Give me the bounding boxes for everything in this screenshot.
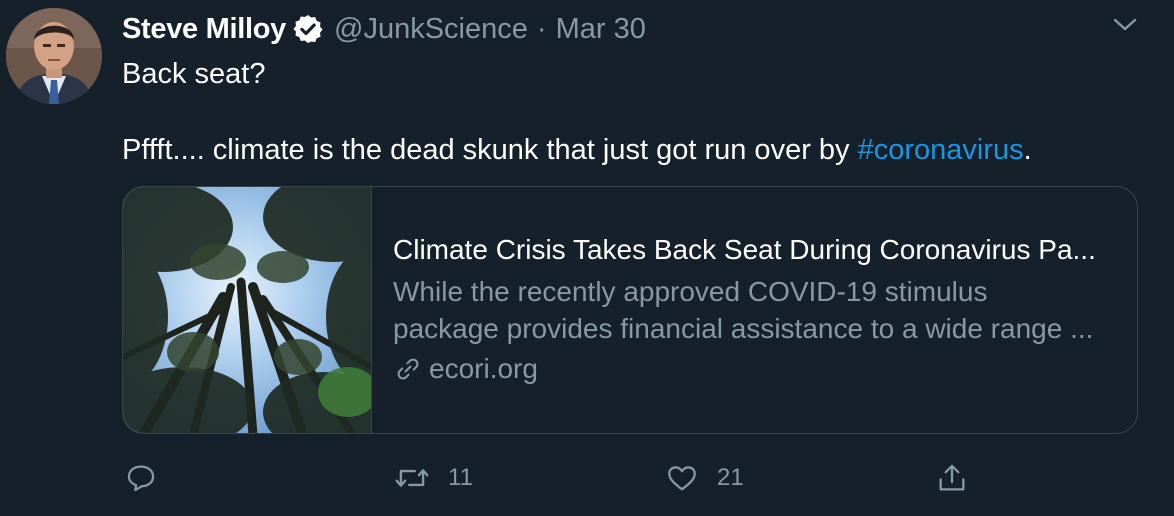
tweet-text: Back seat? Pffft.... climate is the dead… (122, 55, 1032, 169)
card-domain-text: ecori.org (429, 353, 538, 384)
tweet-header: Steve Milloy @JunkScience · Mar 30 (122, 10, 646, 48)
retweet-button[interactable]: 11 (394, 458, 473, 498)
verified-badge-icon (292, 13, 324, 45)
card-domain: ecori.org (393, 353, 1123, 385)
retweet-icon (395, 469, 429, 487)
share-button[interactable] (935, 458, 969, 498)
action-bar: 11 21 (0, 458, 1174, 498)
tweet-text-line-2: Pffft.... climate is the dead skunk that… (122, 131, 1032, 169)
hashtag-link[interactable]: #coronavirus (858, 134, 1024, 166)
card-body: Climate Crisis Takes Back Seat During Co… (393, 231, 1123, 385)
author-name[interactable]: Steve Milloy (122, 13, 286, 46)
card-image (123, 187, 372, 433)
retweet-count: 11 (448, 464, 473, 491)
header-separator: · (536, 12, 547, 45)
card-title: Climate Crisis Takes Back Seat During Co… (393, 234, 1096, 265)
avatar-image (6, 8, 102, 104)
link-icon (397, 358, 419, 380)
chevron-down-icon[interactable] (1110, 10, 1140, 40)
card-description-line-1: While the recently approved COVID-19 sti… (393, 276, 988, 307)
share-icon (939, 464, 965, 491)
reply-button[interactable] (124, 458, 158, 498)
tweet-text-line-2-suffix: . (1023, 134, 1032, 166)
reply-icon (127, 465, 155, 492)
heart-icon (668, 466, 696, 491)
card-description-line-2: package provides financial assistance to… (393, 313, 1094, 344)
link-card[interactable]: Climate Crisis Takes Back Seat During Co… (122, 186, 1138, 434)
author-handle[interactable]: @JunkScience (334, 13, 528, 46)
tweet: Steve Milloy @JunkScience · Mar 30 Back … (0, 0, 1174, 516)
tweet-text-line-2-prefix: Pffft.... climate is the dead skunk that… (122, 134, 858, 166)
like-button[interactable]: 21 (665, 458, 744, 498)
tweet-text-line-1: Back seat? (122, 58, 266, 90)
avatar[interactable] (6, 8, 102, 104)
card-description: While the recently approved COVID-19 sti… (393, 273, 1123, 347)
tweet-date[interactable]: Mar 30 (556, 13, 646, 46)
like-count: 21 (717, 464, 744, 491)
